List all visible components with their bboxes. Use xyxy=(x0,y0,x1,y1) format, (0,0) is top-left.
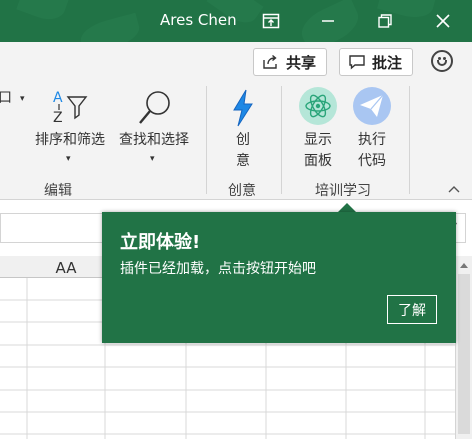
sort-filter-label: 排序和筛选 xyxy=(35,132,105,148)
share-icon xyxy=(263,54,277,69)
chevron-down-icon: ▾ xyxy=(66,154,71,164)
run-code-button[interactable]: 执行 代码 xyxy=(350,86,394,172)
minimize-button[interactable] xyxy=(315,8,341,34)
ribbon-group-divider xyxy=(281,86,282,194)
display-panel-label-line2: 面板 xyxy=(304,153,332,169)
scrollbar-thumb[interactable] xyxy=(458,274,470,434)
ribbon-display-icon xyxy=(262,13,280,29)
ribbon-display-options-button[interactable] xyxy=(258,8,284,34)
feedback-smiley-icon[interactable] xyxy=(431,50,453,72)
ribbon-group-divider xyxy=(206,86,207,194)
title-bar: Ares Chen xyxy=(0,0,472,42)
creative-group-label: 创意 xyxy=(228,183,256,199)
share-button[interactable]: 共享 xyxy=(253,48,328,76)
svg-text:Z: Z xyxy=(53,110,63,126)
restore-button[interactable] xyxy=(372,8,398,34)
comment-icon xyxy=(349,55,365,70)
run-code-label-line1: 执行 xyxy=(358,132,386,148)
account-name[interactable]: Ares Chen xyxy=(160,11,237,29)
share-label: 共享 xyxy=(286,53,317,72)
lightning-icon xyxy=(233,89,253,127)
creative-label-line1: 创 xyxy=(236,132,250,148)
scroll-up-icon[interactable] xyxy=(459,261,469,269)
comments-button[interactable]: 批注 xyxy=(339,48,414,76)
chevron-down-icon[interactable]: ▾ xyxy=(20,94,25,104)
popup-title: 立即体验! xyxy=(120,232,201,253)
sort-filter-icon: A Z xyxy=(53,90,88,126)
creative-button[interactable]: 创 意 xyxy=(222,86,264,172)
popup-message: 插件已经加载，点击按钮开始吧 xyxy=(120,261,316,277)
display-panel-button[interactable]: 显示 面板 xyxy=(296,86,340,172)
atom-icon xyxy=(299,87,337,125)
collapse-ribbon-icon[interactable] xyxy=(447,184,461,194)
close-button[interactable] xyxy=(430,8,456,34)
vertical-scrollbar[interactable] xyxy=(455,256,472,439)
close-icon xyxy=(436,14,450,28)
background-leaf xyxy=(77,12,143,42)
background-leaf xyxy=(16,0,70,25)
find-select-label: 查找和选择 xyxy=(119,132,189,148)
ribbon: 口 ▾ A Z 排序和筛选 ▾ 查找和选择 ▾ 编辑 创 意 创意 显示 面板 … xyxy=(0,80,472,200)
find-select-button[interactable]: 查找和选择 ▾ xyxy=(114,86,194,172)
creative-label-line2: 意 xyxy=(236,153,250,169)
restore-icon xyxy=(378,14,392,28)
display-panel-label-line1: 显示 xyxy=(304,132,332,148)
ribbon-group-divider xyxy=(409,86,410,194)
chevron-down-icon: ▾ xyxy=(150,154,155,164)
minimize-icon xyxy=(322,20,334,22)
plugin-loaded-popup: 立即体验! 插件已经加载，点击按钮开始吧 了解 xyxy=(102,212,456,343)
paper-plane-icon xyxy=(353,87,391,125)
share-row: 共享 批注 xyxy=(0,42,472,80)
editing-group-label: 编辑 xyxy=(44,183,72,199)
ribbon-partial-label[interactable]: 口 xyxy=(0,88,12,109)
search-icon xyxy=(139,91,170,124)
got-it-button[interactable]: 了解 xyxy=(387,295,437,324)
sort-filter-button[interactable]: A Z 排序和筛选 ▾ xyxy=(30,86,110,172)
training-group-label: 培训学习 xyxy=(315,183,371,199)
run-code-label-line2: 代码 xyxy=(358,153,386,169)
column-header-aa[interactable]: AA xyxy=(28,259,104,277)
comments-label: 批注 xyxy=(372,53,403,72)
svg-text:A: A xyxy=(53,90,63,106)
